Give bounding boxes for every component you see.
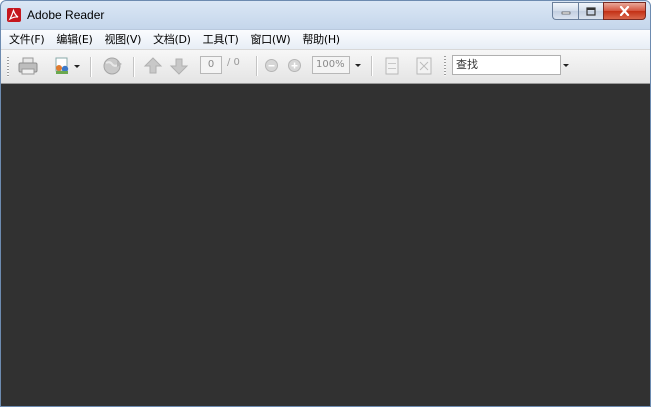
share-icon[interactable] bbox=[101, 55, 125, 77]
chevron-down-icon[interactable] bbox=[74, 65, 80, 69]
caption-buttons bbox=[552, 2, 646, 21]
maximize-icon bbox=[586, 6, 596, 16]
minimize-button[interactable] bbox=[552, 2, 578, 20]
toolbar-separator bbox=[256, 56, 257, 76]
print-icon[interactable] bbox=[17, 55, 39, 77]
zoom-dropdown-icon[interactable] bbox=[355, 64, 361, 67]
close-button[interactable] bbox=[603, 2, 646, 20]
menu-window[interactable]: 窗口(W) bbox=[244, 31, 296, 49]
menu-bar: 文件(F) 编辑(E) 视图(V) 文档(D) 工具(T) 窗口(W) 帮助(H… bbox=[1, 29, 650, 49]
toolbar-grip[interactable] bbox=[444, 56, 446, 76]
zoom-input[interactable]: 100% bbox=[312, 56, 350, 74]
page-number-input[interactable]: 0 bbox=[200, 56, 222, 74]
window-title: Adobe Reader bbox=[27, 8, 105, 22]
menu-document[interactable]: 文档(D) bbox=[147, 31, 197, 49]
adobe-reader-icon[interactable] bbox=[7, 8, 21, 22]
zoom-out-icon[interactable] bbox=[264, 58, 279, 73]
previous-page-icon[interactable] bbox=[143, 55, 163, 77]
close-icon bbox=[619, 6, 630, 16]
toolbar-separator bbox=[90, 57, 91, 77]
toolbar-separator bbox=[133, 57, 134, 77]
collaborate-icon[interactable] bbox=[51, 55, 73, 77]
full-screen-icon[interactable] bbox=[415, 56, 433, 76]
menu-edit[interactable]: 编辑(E) bbox=[50, 31, 98, 49]
toolbar-separator bbox=[371, 56, 372, 76]
next-page-icon[interactable] bbox=[169, 55, 189, 77]
zoom-in-icon[interactable] bbox=[287, 58, 302, 73]
maximize-button[interactable] bbox=[578, 2, 603, 20]
minimize-icon bbox=[561, 11, 570, 15]
title-bar[interactable]: Adobe Reader bbox=[1, 1, 650, 29]
app-window: Adobe Reader 文件(F) 编辑(E) 视图(V) 文档(D) 工具(… bbox=[0, 0, 651, 407]
document-area[interactable] bbox=[1, 84, 650, 406]
menu-tools[interactable]: 工具(T) bbox=[197, 31, 245, 49]
search-input[interactable]: 查找 bbox=[452, 55, 561, 75]
toolbar-grip[interactable] bbox=[7, 57, 9, 77]
search-dropdown-icon[interactable] bbox=[563, 64, 569, 67]
menu-file[interactable]: 文件(F) bbox=[1, 31, 50, 49]
menu-help[interactable]: 帮助(H) bbox=[296, 31, 345, 49]
page-total: / 0 bbox=[227, 57, 240, 68]
menu-view[interactable]: 视图(V) bbox=[98, 31, 147, 49]
fit-page-icon[interactable] bbox=[384, 56, 400, 76]
